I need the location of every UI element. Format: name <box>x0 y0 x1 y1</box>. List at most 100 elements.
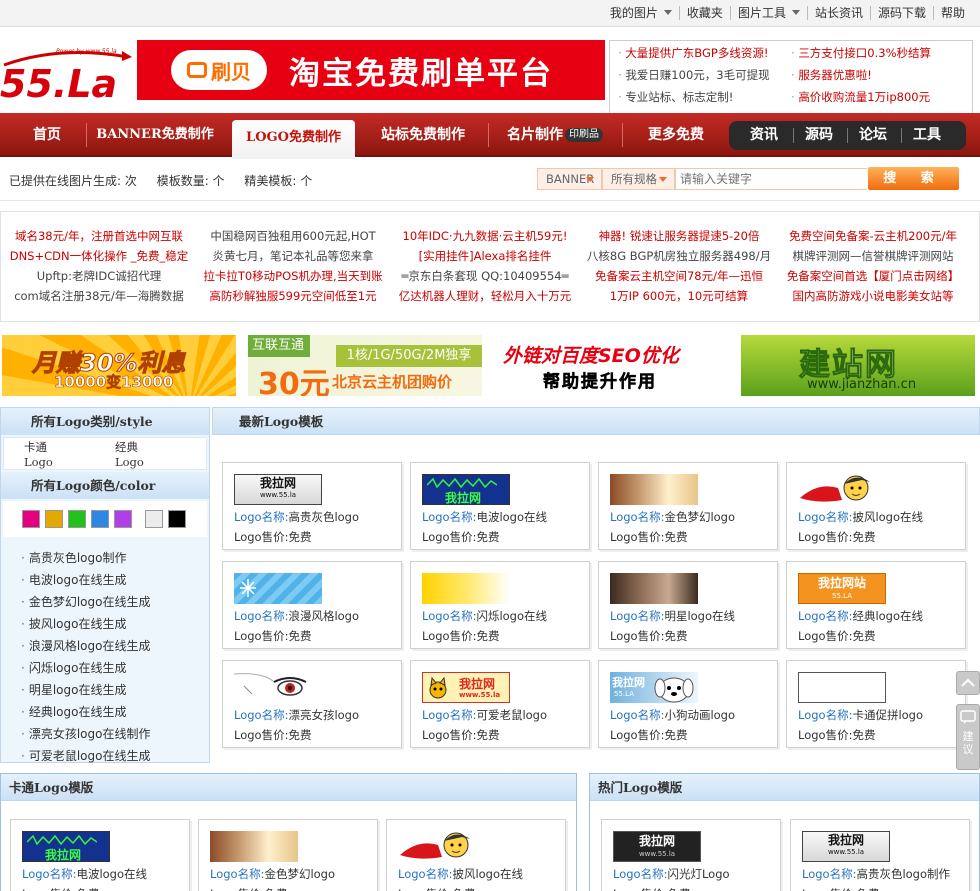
text-ad-link[interactable]: 1万IP 600元，10元可结算 <box>583 286 775 306</box>
logo-thumbnail[interactable] <box>422 573 510 604</box>
logo-card[interactable]: 我拉网 www.55.la Logo名称:可爱老鼠logo Logo售价:免费 <box>410 660 590 748</box>
logo-list-item[interactable]: 闪烁logo在线生成 <box>21 657 209 679</box>
help-link[interactable]: 帮助 <box>932 6 972 20</box>
logo-list-item[interactable]: 金色梦幻logo在线生成 <box>21 591 209 613</box>
site-logo[interactable]: Power by www.55.la 55.La <box>0 39 135 106</box>
feedback-button[interactable]: 建议 <box>956 704 980 770</box>
text-ad-link[interactable]: 炎黄七月，笔记本礼品等您来拿 <box>197 246 389 266</box>
logo-name-value[interactable]: 电波logo在线 <box>476 510 547 524</box>
text-ad-link[interactable]: 专业站标、标志定制! <box>618 86 791 108</box>
logo-card[interactable]: Logo名称:金色梦幻logo Logo售价:免费 <box>598 462 778 550</box>
logo-list-item[interactable]: 漂亮女孩logo在线制作 <box>21 723 209 745</box>
logo-name-value[interactable]: 金色梦幻logo <box>264 867 335 881</box>
logo-name-value[interactable]: 小狗动画logo <box>664 708 735 722</box>
nav-logo-maker[interactable]: LOGO免费制作 <box>232 120 355 159</box>
logo-thumbnail[interactable] <box>610 573 698 604</box>
color-swatch[interactable] <box>22 510 40 528</box>
text-ad-link[interactable]: 免备案空间首选【厦门点击网络】 <box>777 266 969 286</box>
nav-banner-maker[interactable]: BANNER免费制作 <box>94 113 216 157</box>
logo-card[interactable]: Logo名称:闪烁logo在线 Logo售价:免费 <box>410 561 590 649</box>
logo-thumbnail[interactable] <box>798 474 886 505</box>
logo-name-value[interactable]: 卡通促拼logo <box>852 708 923 722</box>
text-ad-link[interactable]: ═京东白条套现 QQ:10409554═ <box>389 266 581 286</box>
logo-list-item[interactable]: 高贵灰色logo制作 <box>21 547 209 569</box>
size-select[interactable]: 所有规格 <box>602 168 675 190</box>
my-images-link[interactable]: 我的图片 <box>603 6 679 20</box>
logo-thumbnail[interactable] <box>610 474 698 505</box>
color-swatch[interactable] <box>68 510 86 528</box>
nav-news[interactable]: 资讯 <box>750 121 778 150</box>
ad-seo[interactable]: 外链对百度SEO优化 帮助提升作用 <box>495 335 729 396</box>
search-button[interactable]: 搜 索 <box>868 167 959 190</box>
color-swatch[interactable] <box>114 510 132 528</box>
text-ad-link[interactable]: 免费空间免备案-云主机200元/年 <box>777 226 969 246</box>
logo-name-value[interactable]: 高贵灰色logo <box>288 510 359 524</box>
nav-tools[interactable]: 工具 <box>913 121 941 150</box>
logo-card[interactable]: 我拉网 Logo名称:电波logo在线 Logo售价:免费 <box>10 819 190 891</box>
logo-name-value[interactable]: 披风logo在线 <box>452 867 523 881</box>
text-ad-link[interactable]: 棋牌评测网—信誉棋牌评测网站 <box>777 246 969 266</box>
text-ad-link[interactable]: 中国稳网百独租用600元起,HOT <box>197 226 389 246</box>
logo-name-value[interactable]: 经典logo在线 <box>852 609 923 623</box>
logo-thumbnail[interactable]: 我拉网 <box>422 474 510 505</box>
logo-card[interactable]: Logo名称:披风logo在线 Logo售价:免费 <box>786 462 966 550</box>
back-to-top-button[interactable] <box>956 671 980 695</box>
color-swatch[interactable] <box>91 510 109 528</box>
logo-thumbnail[interactable]: 我拉网站 55.LA <box>798 573 886 604</box>
category-cartoon[interactable]: 卡通Logo <box>24 439 71 469</box>
image-tools-link[interactable]: 图片工具 <box>729 6 807 20</box>
nav-favicon-maker[interactable]: 站标免费制作 <box>368 113 478 157</box>
logo-list-item[interactable]: 可爱老鼠logo在线生成 <box>21 745 209 767</box>
logo-card[interactable]: Logo名称:卡通促拼logo Logo售价:免费 <box>786 660 966 748</box>
text-ad-link[interactable]: 拉卡拉T0移动POS机办理,当天到账 <box>197 266 389 286</box>
logo-thumbnail[interactable] <box>398 831 486 862</box>
logo-name-value[interactable]: 金色梦幻logo <box>664 510 735 524</box>
logo-card[interactable]: Logo名称:披风logo在线 Logo售价:免费 <box>386 819 566 891</box>
logo-thumbnail[interactable]: 我拉网 www.55.la <box>422 672 510 703</box>
logo-card[interactable]: 我拉网 www.55.la Logo名称:闪光灯Logo Logo售价:免费 <box>601 819 781 891</box>
ad-jianzhan[interactable]: 建站网 www.jianzhan.cn <box>741 335 975 396</box>
type-select[interactable]: BANNER <box>537 168 602 190</box>
logo-list-item[interactable]: 明星logo在线生成 <box>21 679 209 701</box>
color-swatch[interactable] <box>145 510 163 528</box>
text-ad-link[interactable]: 三方支付接口0.3%秒结算 <box>791 42 964 64</box>
logo-name-value[interactable]: 明星logo在线 <box>664 609 735 623</box>
logo-thumbnail[interactable] <box>798 672 886 703</box>
logo-thumbnail[interactable] <box>234 672 322 703</box>
text-ad-link[interactable]: 亿达机器人理财，轻松月入十万元 <box>389 286 581 306</box>
logo-thumbnail[interactable]: 我拉网 www.55.la <box>234 474 322 505</box>
logo-thumbnail[interactable]: 我拉网 www.55.la <box>613 831 701 862</box>
banner-ad[interactable]: 刷贝 淘宝免费刷单平台 <box>137 40 605 100</box>
nav-home[interactable]: 首页 <box>14 113 80 157</box>
text-ad-link[interactable]: 八核8G BGP机房独立服务器498/月 <box>583 246 775 266</box>
ad-interest[interactable]: 月赚30%利息 10000变13000 <box>2 335 236 396</box>
logo-card[interactable]: 我拉网 www.55.la Logo名称:高贵灰色logo Logo售价:免费 <box>222 462 402 550</box>
nav-forum[interactable]: 论坛 <box>859 121 887 150</box>
webmaster-news-link[interactable]: 站长资讯 <box>806 6 870 20</box>
text-ad-link[interactable]: DNS+CDN一体化操作 _免费_稳定 <box>3 246 195 266</box>
logo-card[interactable]: 我拉网 55.LA Logo名称:小狗动画logo Logo售价:免费 <box>598 660 778 748</box>
logo-name-value[interactable]: 可爱老鼠logo <box>476 708 547 722</box>
nav-card-maker[interactable]: 名片制作 印刷品 <box>500 113 610 157</box>
text-ad-link[interactable]: 大量提供广东BGP多线资源! <box>618 42 791 64</box>
logo-card[interactable]: 我拉网站 55.LA Logo名称:经典logo在线 Logo售价:免费 <box>786 561 966 649</box>
text-ad-link[interactable]: 高防秒解独服599元空间低至1元 <box>197 286 389 306</box>
text-ad-link[interactable]: 高价收购流量1万ip800元 <box>791 86 964 108</box>
nav-more-free[interactable]: 更多免费 <box>634 113 718 157</box>
text-ad-link[interactable]: [实用挂件]Alexa排名挂件 <box>389 246 581 266</box>
category-classic[interactable]: 经典Logo <box>115 439 162 469</box>
logo-name-value[interactable]: 闪光灯Logo <box>667 867 729 881</box>
logo-name-value[interactable]: 高贵灰色logo制作 <box>856 867 950 881</box>
logo-card[interactable]: Logo名称:金色梦幻logo Logo售价:免费 <box>198 819 378 891</box>
color-swatch[interactable] <box>168 510 186 528</box>
logo-name-value[interactable]: 闪烁logo在线 <box>476 609 547 623</box>
nav-source[interactable]: 源码 <box>805 121 833 150</box>
logo-name-value[interactable]: 漂亮女孩logo <box>288 708 359 722</box>
logo-thumbnail[interactable]: 我拉网 <box>22 831 110 862</box>
text-ad-link[interactable]: 10年IDC·九九数据·云主机59元! <box>389 226 581 246</box>
search-input[interactable] <box>675 168 867 190</box>
text-ad-link[interactable]: 域名38元/年，注册首选中网互联 <box>3 226 195 246</box>
logo-thumbnail[interactable]: 我拉网 55.LA <box>610 672 698 703</box>
logo-list-item[interactable]: 披风logo在线生成 <box>21 613 209 635</box>
logo-list-item[interactable]: 浪漫风格logo在线生成 <box>21 635 209 657</box>
